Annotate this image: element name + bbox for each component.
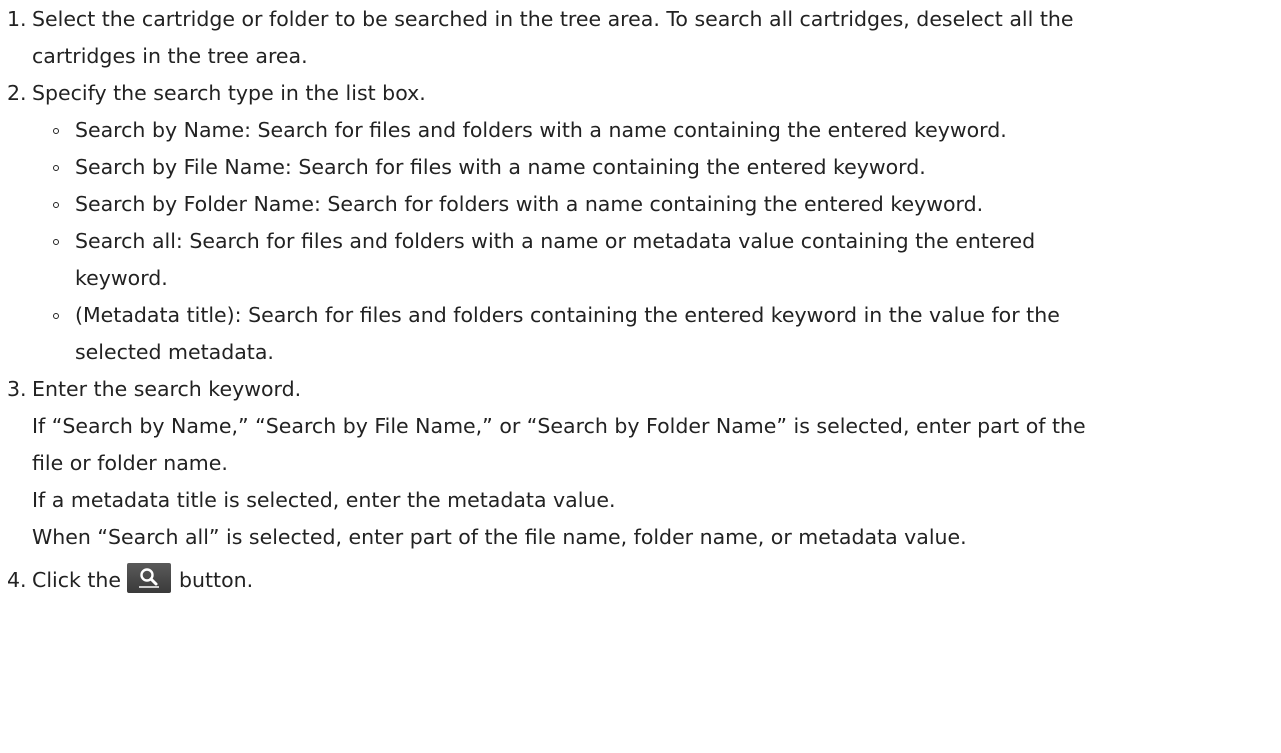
step-1-number: 1.: [7, 7, 27, 31]
step-4-text-after: button.: [179, 568, 254, 592]
step-3-text: Enter the search keyword.: [32, 377, 302, 401]
bullet-text: Search by File Name: Search for files wi…: [75, 155, 926, 179]
step-3-line-2: If “Search by Name,” “Search by File Nam…: [0, 408, 1281, 445]
bullet-search-all: Search all: Search for files and folders…: [0, 223, 1281, 260]
bullet-search-all-cont: keyword.: [0, 260, 1281, 297]
step-1-text: Select the cartridge or folder to be sea…: [32, 7, 1074, 31]
bullet-search-by-file-name: Search by File Name: Search for files wi…: [0, 149, 1281, 186]
step-3-text-cont: When “Search all” is selected, enter par…: [32, 525, 967, 549]
bullet-text: Search all: Search for files and folders…: [75, 229, 1036, 253]
bullet-text: (Metadata title): Search for files and f…: [75, 303, 1060, 327]
bullet-marker: [53, 202, 59, 208]
step-3-line-3: file or folder name.: [0, 445, 1281, 482]
step-3-text-cont: If a metadata title is selected, enter t…: [32, 488, 616, 512]
step-3-line-1: 3. Enter the search keyword.: [0, 371, 1281, 408]
bullet-marker: [53, 239, 59, 245]
step-3-text-cont: file or folder name.: [32, 451, 228, 475]
step-2-text: Specify the search type in the list box.: [32, 81, 426, 105]
bullet-metadata-title-cont: selected metadata.: [0, 334, 1281, 371]
step-1-line-1: 1. Select the cartridge or folder to be …: [0, 1, 1281, 38]
step-4-text-before: Click the: [32, 568, 122, 592]
step-4-number: 4.: [7, 568, 27, 592]
step-4-text: Click the button.: [32, 562, 253, 599]
bullet-text: Search by Name: Search for files and fol…: [75, 118, 1007, 142]
bullet-marker: [53, 313, 59, 319]
step-3-text-cont: If “Search by Name,” “Search by File Nam…: [32, 414, 1086, 438]
step-2-line-1: 2. Specify the search type in the list b…: [0, 75, 1281, 112]
step-3-line-5: When “Search all” is selected, enter par…: [0, 519, 1281, 556]
bullet-text: Search by Folder Name: Search for folder…: [75, 192, 984, 216]
step-3-line-4: If a metadata title is selected, enter t…: [0, 482, 1281, 519]
step-1-text-cont: cartridges in the tree area.: [32, 44, 308, 68]
bullet-text-cont: keyword.: [75, 266, 168, 290]
bullet-metadata-title: (Metadata title): Search for files and f…: [0, 297, 1281, 334]
step-2-number: 2.: [7, 81, 27, 105]
bullet-marker: [53, 165, 59, 171]
bullet-marker: [53, 128, 59, 134]
bullet-search-by-folder-name: Search by Folder Name: Search for folder…: [0, 186, 1281, 223]
step-4-line-1: 4. Click the button.: [0, 562, 1281, 599]
step-3-number: 3.: [7, 377, 27, 401]
search-button-image: [127, 563, 172, 593]
instructions-document: 1. Select the cartridge or folder to be …: [0, 0, 1281, 599]
bullet-text-cont: selected metadata.: [75, 340, 274, 364]
search-icon: [139, 568, 160, 588]
bullet-search-by-name: Search by Name: Search for files and fol…: [0, 112, 1281, 149]
step-1-line-2: cartridges in the tree area.: [0, 38, 1281, 75]
